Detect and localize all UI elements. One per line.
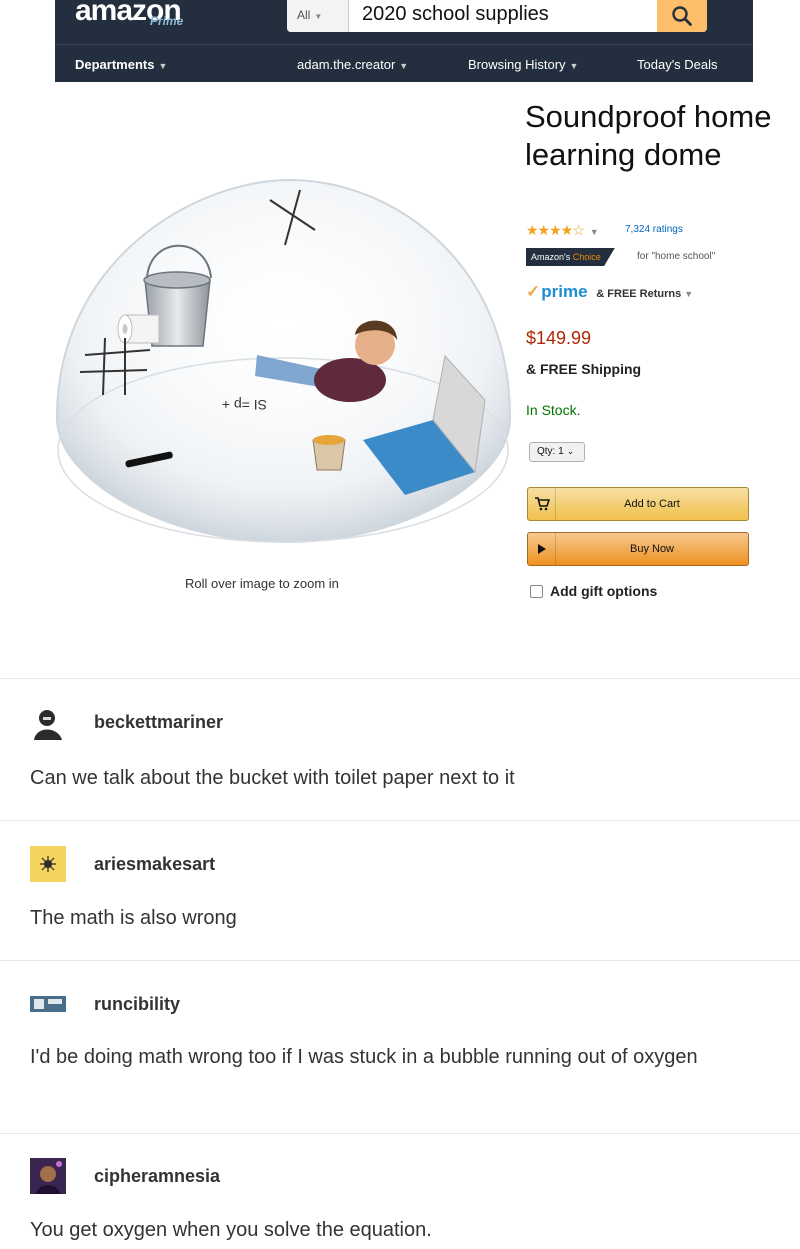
comment-text: You get oxygen when you solve the equati… xyxy=(30,1219,432,1241)
divider xyxy=(0,678,800,679)
username[interactable]: runcibility xyxy=(94,994,180,1015)
divider xyxy=(0,1133,800,1134)
prime-badge[interactable]: ✓prime & FREE Returns ▼ xyxy=(526,282,693,302)
username[interactable]: beckettmariner xyxy=(94,712,223,733)
chevron-down-icon: ▼ xyxy=(684,289,694,299)
avatar[interactable] xyxy=(30,1158,66,1194)
add-to-cart-button[interactable]: Add to Cart xyxy=(527,487,749,521)
product-title: Soundproof home learning dome xyxy=(525,99,772,172)
star-icon: ★★★★☆ xyxy=(526,222,585,238)
browsing-history-menu[interactable]: Browsing History ▼ xyxy=(468,57,578,72)
comment-text: I'd be doing math wrong too if I was stu… xyxy=(30,1046,698,1068)
amazon-nav-bar: Departments ▼ adam.the.creator ▼ Browsing … xyxy=(55,44,753,82)
divider xyxy=(0,960,800,961)
amazon-logo-prime: Prime xyxy=(150,14,184,28)
username[interactable]: ariesmakesart xyxy=(94,854,215,875)
chevron-down-icon: ▼ xyxy=(158,61,168,71)
chevron-down-icon: ⌄ xyxy=(566,446,575,456)
amazons-choice-badge: Amazon's Choice xyxy=(526,248,615,266)
chevron-down-icon: ▼ xyxy=(399,61,409,71)
chevron-down-icon: ▼ xyxy=(589,227,599,237)
free-returns-label: & FREE Returns xyxy=(596,288,682,300)
play-icon xyxy=(528,533,556,565)
add-to-cart-label: Add to Cart xyxy=(624,498,680,510)
search-category-label: All xyxy=(297,8,311,22)
buy-now-label: Buy Now xyxy=(629,543,675,555)
search-bar: All ▼ 2020 school supplies xyxy=(287,0,707,32)
buy-now-button[interactable]: Buy Now xyxy=(527,532,749,566)
amazon-top-bar: amazon Prime All ▼ 2020 school supplies xyxy=(55,0,753,44)
quantity-select[interactable]: Qty: 1 ⌄ xyxy=(529,442,585,462)
search-button[interactable] xyxy=(657,0,707,32)
snack-cup xyxy=(312,435,346,471)
qty-label: Qty: xyxy=(537,446,556,457)
ratings-count-link[interactable]: 7,324 ratings xyxy=(625,224,683,235)
search-input[interactable]: 2020 school supplies xyxy=(362,3,549,26)
avatar[interactable] xyxy=(30,846,66,882)
chevron-down-icon: ▼ xyxy=(569,61,579,71)
badge-accent-label: Choice xyxy=(572,252,601,262)
avatar[interactable] xyxy=(30,986,66,1022)
checkbox-icon xyxy=(530,584,543,598)
search-category-dropdown[interactable]: All ▼ xyxy=(287,0,349,32)
comment-text: Can we talk about the bucket with toilet… xyxy=(30,767,515,789)
stock-status: In Stock. xyxy=(526,402,581,418)
cart-icon xyxy=(528,488,556,520)
zoom-hint: Roll over image to zoom in xyxy=(185,576,339,591)
account-menu[interactable]: adam.the.creator ▼ xyxy=(297,57,408,72)
price: $149.99 xyxy=(526,328,592,348)
badge-for-label: for "home school" xyxy=(637,251,716,262)
rating-stars[interactable]: ★★★★☆ ▼ xyxy=(526,222,599,239)
free-shipping-label: & FREE Shipping xyxy=(526,361,642,377)
prime-check-icon: ✓ xyxy=(526,282,541,301)
departments-menu[interactable]: Departments ▼ xyxy=(75,57,167,72)
comment-text: The math is also wrong xyxy=(30,907,237,929)
browsing-history-label: Browsing History xyxy=(468,57,566,72)
search-icon xyxy=(672,6,692,26)
avatar[interactable] xyxy=(30,704,66,740)
gift-options-checkbox[interactable]: Add gift options xyxy=(530,583,657,599)
qty-value: 1 xyxy=(558,446,564,457)
prime-label: prime xyxy=(541,282,588,301)
equation-doodle: SI =p + xyxy=(222,397,267,413)
account-label: adam.the.creator xyxy=(297,57,396,72)
username[interactable]: cipheramnesia xyxy=(94,1166,220,1187)
divider xyxy=(0,820,800,821)
badge-main-label: Amazon's xyxy=(531,252,571,262)
todays-deals-link[interactable]: Today's Deals xyxy=(637,57,718,72)
departments-label: Departments xyxy=(75,57,155,72)
gift-options-label: Add gift options xyxy=(550,583,658,599)
chevron-down-icon: ▼ xyxy=(314,12,323,21)
product-image[interactable]: SI =p + xyxy=(45,150,525,570)
